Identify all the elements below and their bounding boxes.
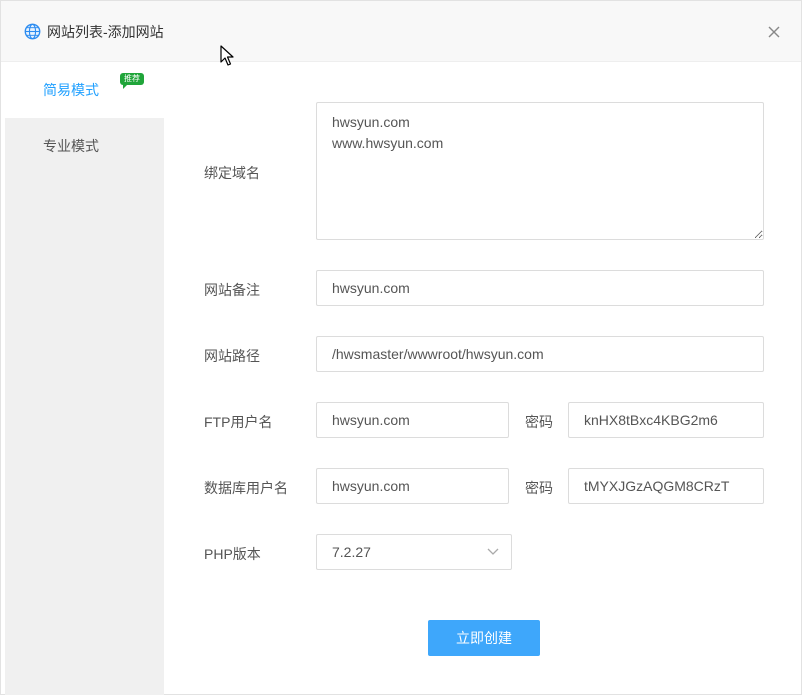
sidebar-item-simple-mode[interactable]: 简易模式 推荐 — [5, 62, 164, 118]
php-version-label: PHP版本 — [204, 546, 261, 562]
php-version-select[interactable]: 7.2.27 — [316, 534, 512, 570]
ftp-password-input[interactable] — [568, 402, 764, 438]
path-input[interactable] — [316, 336, 764, 372]
sidebar-item-pro-mode[interactable]: 专业模式 — [5, 118, 164, 174]
domain-label: 绑定域名 — [204, 165, 260, 181]
dialog-title: 网站列表-添加网站 — [47, 24, 164, 40]
remark-label: 网站备注 — [204, 282, 260, 298]
chevron-down-icon — [487, 548, 499, 555]
create-button[interactable]: 立即创建 — [428, 620, 540, 656]
close-icon[interactable] — [767, 25, 781, 39]
db-password-label: 密码 — [525, 480, 553, 496]
path-label: 网站路径 — [204, 348, 260, 364]
db-user-input[interactable] — [316, 468, 509, 504]
db-password-input[interactable] — [568, 468, 764, 504]
ftp-user-input[interactable] — [316, 402, 509, 438]
ftp-password-label: 密码 — [525, 414, 553, 430]
mode-sidebar: 简易模式 推荐 专业模式 — [5, 62, 164, 695]
ftp-user-label: FTP用户名 — [204, 414, 273, 430]
add-site-dialog: 网站列表-添加网站 简易模式 推荐 专业模式 绑定域名 网站备注 网站路径 FT… — [0, 0, 802, 695]
mouse-cursor-icon — [220, 45, 234, 66]
sidebar-item-label: 简易模式 — [43, 82, 99, 98]
db-user-label: 数据库用户名 — [204, 480, 288, 496]
dialog-titlebar: 网站列表-添加网站 — [1, 1, 801, 62]
recommend-badge: 推荐 — [120, 73, 144, 89]
php-version-value: 7.2.27 — [332, 544, 371, 560]
sidebar-item-label: 专业模式 — [43, 138, 99, 154]
domain-textarea[interactable] — [316, 102, 764, 240]
remark-input[interactable] — [316, 270, 764, 306]
globe-icon — [24, 23, 41, 40]
